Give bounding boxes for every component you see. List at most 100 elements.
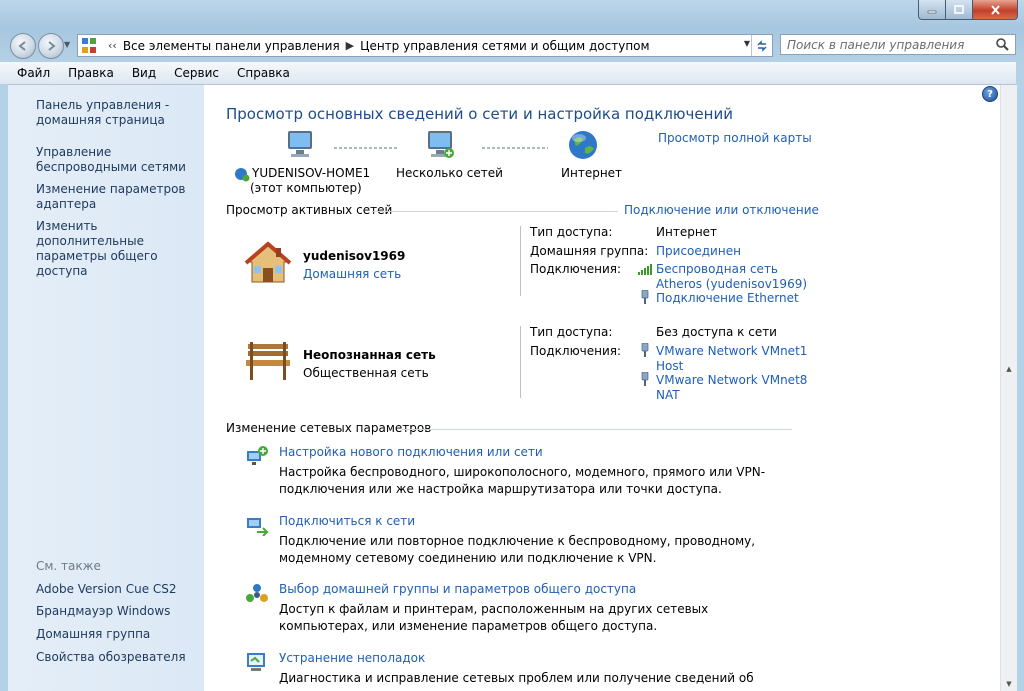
net1-divider (520, 226, 521, 296)
computer-sub: (этот компьютер) (250, 181, 362, 195)
new-connection-icon (247, 446, 268, 465)
sidebar-sharing-link[interactable]: Изменить дополнительные параметры общего… (36, 219, 201, 279)
multiple-networks-icon[interactable] (423, 128, 457, 162)
task-connect-desc: Подключение или повторное подключение к … (279, 534, 756, 565)
ethernet-icon (641, 372, 649, 386)
refresh-button[interactable] (751, 35, 772, 56)
net2-type: Общественная сеть (303, 366, 429, 380)
close-icon (990, 4, 1000, 15)
search-icon (996, 38, 1009, 51)
breadcrumb-overflow[interactable]: ‹‹ (108, 39, 117, 52)
minimize-button[interactable] (918, 0, 946, 20)
menu-tools[interactable]: Сервис (165, 66, 228, 80)
minimize-icon (927, 10, 937, 13)
sidebar-adapter-link[interactable]: Изменение параметров адаптера (36, 182, 201, 212)
forward-button[interactable] (38, 33, 64, 59)
full-map-link[interactable]: Просмотр полной карты (658, 131, 812, 145)
scroll-up-icon[interactable]: ▲ (1003, 365, 1015, 379)
connect-disconnect-link[interactable]: Подключение или отключение (624, 203, 819, 217)
search-input[interactable]: Поиск в панели управления (780, 34, 1016, 55)
task-new-connection-link[interactable]: Настройка нового подключения или сети (279, 445, 543, 459)
see-also-firewall[interactable]: Брандмауэр Windows (36, 604, 201, 619)
see-also-title: См. также (36, 559, 101, 573)
net2-access-value: Без доступа к сети (656, 325, 777, 339)
home-network-icon[interactable] (244, 240, 292, 288)
net2-name: Неопознанная сеть (303, 348, 436, 362)
breadcrumb-network-center[interactable]: Центр управления сетями и общим доступом (360, 39, 649, 53)
active-networks-rule (372, 211, 618, 212)
net2-conn1b-link[interactable]: Host (656, 359, 683, 373)
see-also-internet-options[interactable]: Свойства обозревателя (36, 650, 201, 665)
public-network-bench-icon[interactable] (244, 338, 292, 382)
maximize-button[interactable] (946, 0, 973, 20)
net2-access-label: Тип доступа: (530, 325, 613, 339)
see-also-adobe[interactable]: Adobe Version Cue CS2 (36, 582, 201, 597)
frame-right (1016, 62, 1024, 691)
window-controls (918, 0, 1018, 20)
sidebar: Панель управления - домашняя страница Уп… (8, 85, 204, 691)
see-also-homegroup[interactable]: Домашняя группа (36, 627, 201, 642)
ethernet-icon (641, 343, 649, 357)
task-connect-link[interactable]: Подключиться к сети (279, 514, 415, 528)
window: ▼ ‹‹ Все элементы панели управления ▶ Це… (0, 0, 1024, 691)
arrow-left-icon (18, 41, 26, 51)
homegroup-icon (246, 584, 268, 602)
net1-type-link[interactable]: Домашняя сеть (303, 267, 401, 281)
search-placeholder: Поиск в панели управления (787, 37, 965, 52)
net2-conn2b-link[interactable]: NAT (656, 388, 680, 402)
net1-homegroup-label: Домашняя группа: (530, 244, 649, 258)
back-button[interactable] (10, 33, 36, 59)
active-networks-title: Просмотр активных сетей (226, 203, 393, 217)
menu-view[interactable]: Вид (123, 66, 165, 80)
menu-edit[interactable]: Правка (59, 66, 123, 80)
connect-to-network-icon (247, 518, 269, 536)
recent-pages-dropdown[interactable]: ▼ (64, 40, 72, 49)
map-connector-1 (334, 147, 398, 149)
frame-left (0, 84, 8, 691)
address-dropdown-icon[interactable]: ▼ (744, 39, 750, 48)
net2-conn2-link[interactable]: VMware Network VMnet8 (656, 373, 807, 387)
help-button[interactable]: ? (982, 86, 998, 102)
arrow-right-icon (48, 41, 56, 51)
task-homegroup-desc: Доступ к файлам и принтерам, расположенн… (279, 602, 709, 633)
net1-conn1b-link[interactable]: Atheros (yudenisov1969) (656, 277, 807, 291)
computer-icon[interactable] (283, 128, 317, 162)
computer-name: YUDENISOV-HOME1 (252, 166, 371, 180)
ethernet-icon (641, 290, 649, 304)
computer-network-status-icon (235, 168, 250, 182)
wireless-signal-icon (638, 264, 652, 275)
breadcrumb-arrow-icon[interactable]: ▶ (346, 39, 354, 52)
sidebar-home-link[interactable]: Панель управления - домашняя страница (36, 98, 201, 128)
net2-conn1-link[interactable]: VMware Network VMnet1 (656, 344, 807, 358)
net1-conn2-link[interactable]: Подключение Ethernet (656, 291, 799, 305)
menu-help[interactable]: Справка (228, 66, 299, 80)
control-panel-icon (82, 37, 98, 54)
internet-globe-icon[interactable] (566, 128, 600, 162)
vertical-scrollbar[interactable]: ▲ ▼ (1000, 85, 1017, 691)
net1-conn-label: Подключения: (530, 262, 622, 276)
maximize-icon (954, 5, 964, 14)
task-troubleshoot-desc: Диагностика и исправление сетевых пробле… (279, 671, 754, 691)
net1-homegroup-link[interactable]: Присоединен (656, 244, 741, 258)
troubleshoot-icon (247, 653, 265, 671)
sidebar-wireless-link[interactable]: Управление беспроводными сетями (36, 145, 201, 175)
address-bar[interactable]: ‹‹ Все элементы панели управления ▶ Цент… (77, 34, 773, 57)
close-button[interactable] (973, 0, 1018, 20)
scroll-down-icon[interactable]: ▼ (1003, 680, 1015, 691)
breadcrumb-all-items[interactable]: Все элементы панели управления (123, 39, 340, 53)
menu-bar: Файл Правка Вид Сервис Справка (0, 62, 1024, 85)
net2-conn-label: Подключения: (530, 344, 622, 358)
task-new-connection-desc: Настройка беспроводного, широкополосного… (279, 465, 766, 496)
page-title: Просмотр основных сведений о сети и наст… (226, 105, 733, 123)
change-settings-rule (402, 429, 792, 430)
net1-access-value: Интернет (656, 225, 718, 239)
map-connector-2 (482, 147, 548, 149)
net1-name: yudenisov1969 (303, 249, 406, 263)
net1-conn1-link[interactable]: Беспроводная сеть (656, 262, 778, 276)
internet-label: Интернет (561, 166, 623, 180)
refresh-icon (757, 39, 767, 52)
change-settings-title: Изменение сетевых параметров (226, 421, 432, 435)
task-homegroup-link[interactable]: Выбор домашней группы и параметров общег… (279, 582, 636, 596)
task-troubleshoot-link[interactable]: Устранение неполадок (279, 651, 425, 665)
menu-file[interactable]: Файл (0, 66, 59, 80)
